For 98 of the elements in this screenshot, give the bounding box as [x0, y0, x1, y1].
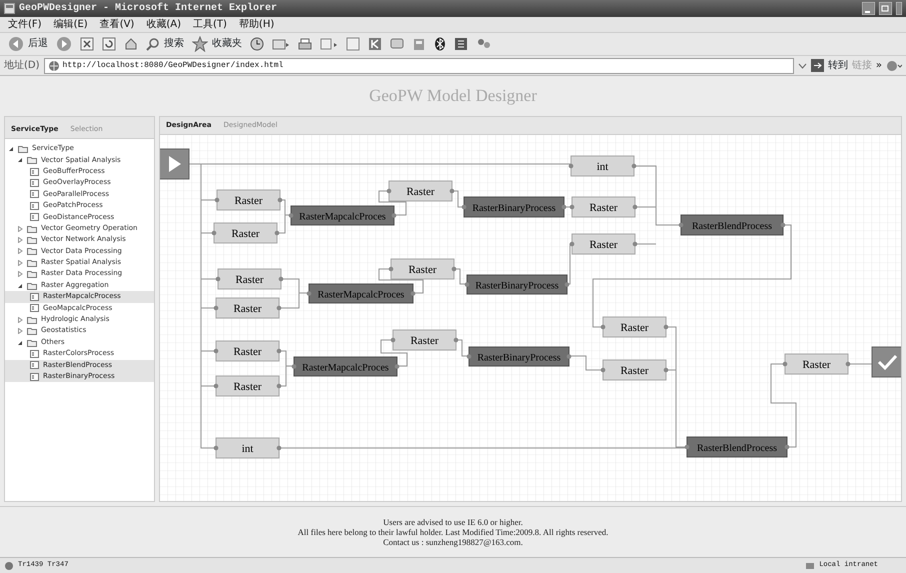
connector-line	[568, 356, 604, 371]
window-icon	[4, 2, 15, 14]
data-node[interactable]: Raster	[214, 190, 282, 211]
process-node[interactable]: RasterBinaryProcess	[462, 196, 566, 218]
process-node[interactable]: RasterBlendProcess	[684, 436, 790, 458]
process-icon	[30, 361, 39, 370]
collapsed-icon[interactable]	[17, 316, 23, 323]
process-icon	[30, 190, 39, 198]
expanded-icon[interactable]	[17, 157, 23, 164]
footer-text: Contact us : sunzheng198827@163.com.	[383, 537, 523, 548]
address-field[interactable]: http://localhost:8080/GeoPWDesigner/index.html	[44, 58, 794, 74]
footer-text: All files here belong to their lawful holder. Last Modified Time:2009.8. All rights reserved.	[298, 527, 608, 538]
data-node[interactable]: Raster	[214, 340, 282, 362]
process-node[interactable]: RasterMapcalcProces	[306, 284, 416, 304]
data-node[interactable]: Raster	[600, 360, 668, 381]
menu-item[interactable]: 文件(F)	[8, 16, 42, 32]
forward-button[interactable]	[56, 36, 72, 52]
mail-button[interactable]	[272, 36, 290, 51]
intranet-icon	[805, 560, 816, 571]
collapsed-icon[interactable]	[17, 237, 23, 243]
expanded-icon[interactable]	[17, 340, 23, 346]
toolbar-extension-icon[interactable]	[886, 58, 902, 73]
k-logo-icon[interactable]	[368, 36, 382, 51]
footer-text: Users are advised to use IE 6.0 or higher.	[383, 517, 523, 528]
restore-button[interactable]	[879, 2, 892, 15]
messenger-icon[interactable]	[412, 36, 426, 51]
data-node[interactable]: Raster	[388, 258, 456, 280]
process-icon	[30, 179, 39, 188]
chat-icon[interactable]	[390, 36, 404, 51]
collapsed-icon[interactable]	[17, 328, 23, 334]
data-node[interactable]: Raster	[570, 234, 638, 255]
back-button[interactable]: 后退	[8, 36, 48, 52]
process-icon	[30, 372, 39, 381]
collapsed-icon[interactable]	[17, 226, 23, 232]
connector-line	[280, 200, 292, 216]
data-node[interactable]: Raster	[214, 376, 282, 397]
refresh-button[interactable]	[102, 36, 116, 51]
search-button[interactable]: 搜索	[146, 36, 184, 52]
connector-line	[454, 268, 468, 285]
data-node[interactable]: int	[568, 156, 636, 177]
menu-item[interactable]: 收藏(A)	[146, 16, 181, 32]
star-icon	[192, 36, 208, 52]
home-button[interactable]	[124, 36, 138, 51]
data-node[interactable]: Raster	[570, 196, 638, 218]
data-node[interactable]: Raster	[212, 222, 280, 244]
menu-item[interactable]: 查看(V)	[100, 16, 134, 32]
data-node[interactable]: Raster	[782, 354, 850, 375]
favorites-button[interactable]: 收藏夹	[192, 36, 242, 52]
process-icon	[30, 304, 39, 312]
expanded-icon[interactable]	[8, 146, 14, 152]
process-icon	[30, 350, 39, 358]
page-title: GeoPW Model Designer	[369, 85, 537, 108]
connector-line	[566, 244, 572, 285]
connector-line	[848, 364, 872, 365]
data-node[interactable]: Raster	[214, 298, 282, 319]
connector-line	[276, 214, 286, 234]
start-button[interactable]	[160, 148, 190, 180]
connector-line	[278, 292, 300, 309]
go-button[interactable]: 转到	[810, 58, 848, 74]
collapsed-icon[interactable]	[17, 260, 23, 266]
stop-button[interactable]	[80, 36, 94, 51]
data-node[interactable]: Raster	[600, 316, 668, 338]
menu-item[interactable]: 帮助(H)	[238, 16, 274, 32]
collapsed-icon[interactable]	[17, 271, 23, 278]
history-button[interactable]	[250, 36, 264, 51]
process-node[interactable]: RasterMapcalcProces	[288, 206, 396, 226]
menu-item[interactable]: 工具(T)	[193, 16, 227, 32]
data-node[interactable]: int	[214, 438, 282, 459]
process-icon	[30, 202, 39, 210]
finish-button[interactable]	[872, 346, 901, 378]
data-node[interactable]: Raster	[390, 330, 458, 351]
more-button[interactable]: »	[876, 58, 882, 74]
data-node[interactable]: Raster	[216, 268, 284, 290]
printer-icon[interactable]	[298, 36, 312, 51]
process-icon	[30, 213, 39, 222]
bluetooth-icon[interactable]	[434, 36, 446, 51]
design-canvas[interactable]	[160, 135, 901, 502]
collapsed-icon[interactable]	[17, 248, 23, 254]
grid-icon[interactable]	[454, 36, 468, 51]
edit-button[interactable]	[320, 36, 338, 51]
data-node[interactable]: Raster	[386, 180, 454, 202]
process-icon	[30, 292, 39, 301]
window-title: GeoPWDesigner - Microsoft Internet Explorer	[19, 2, 278, 16]
address-label: 地址(D)	[4, 58, 40, 74]
process-node[interactable]: RasterMapcalcProces	[292, 356, 400, 377]
close-button[interactable]	[896, 2, 902, 15]
process-node[interactable]: RasterBlendProcess	[678, 214, 786, 236]
menu-item[interactable]: 编辑(E)	[54, 16, 88, 32]
connector-line	[456, 340, 470, 357]
process-node[interactable]: RasterBinaryProcess	[464, 274, 570, 295]
process-node[interactable]: RasterBinaryProcess	[466, 346, 572, 367]
minimize-button[interactable]	[862, 2, 875, 15]
search-icon	[146, 36, 160, 51]
users-icon[interactable]	[476, 36, 492, 51]
connector-line	[280, 278, 310, 294]
expanded-icon[interactable]	[17, 282, 23, 289]
connector-line	[452, 190, 464, 208]
process-icon	[30, 168, 39, 176]
